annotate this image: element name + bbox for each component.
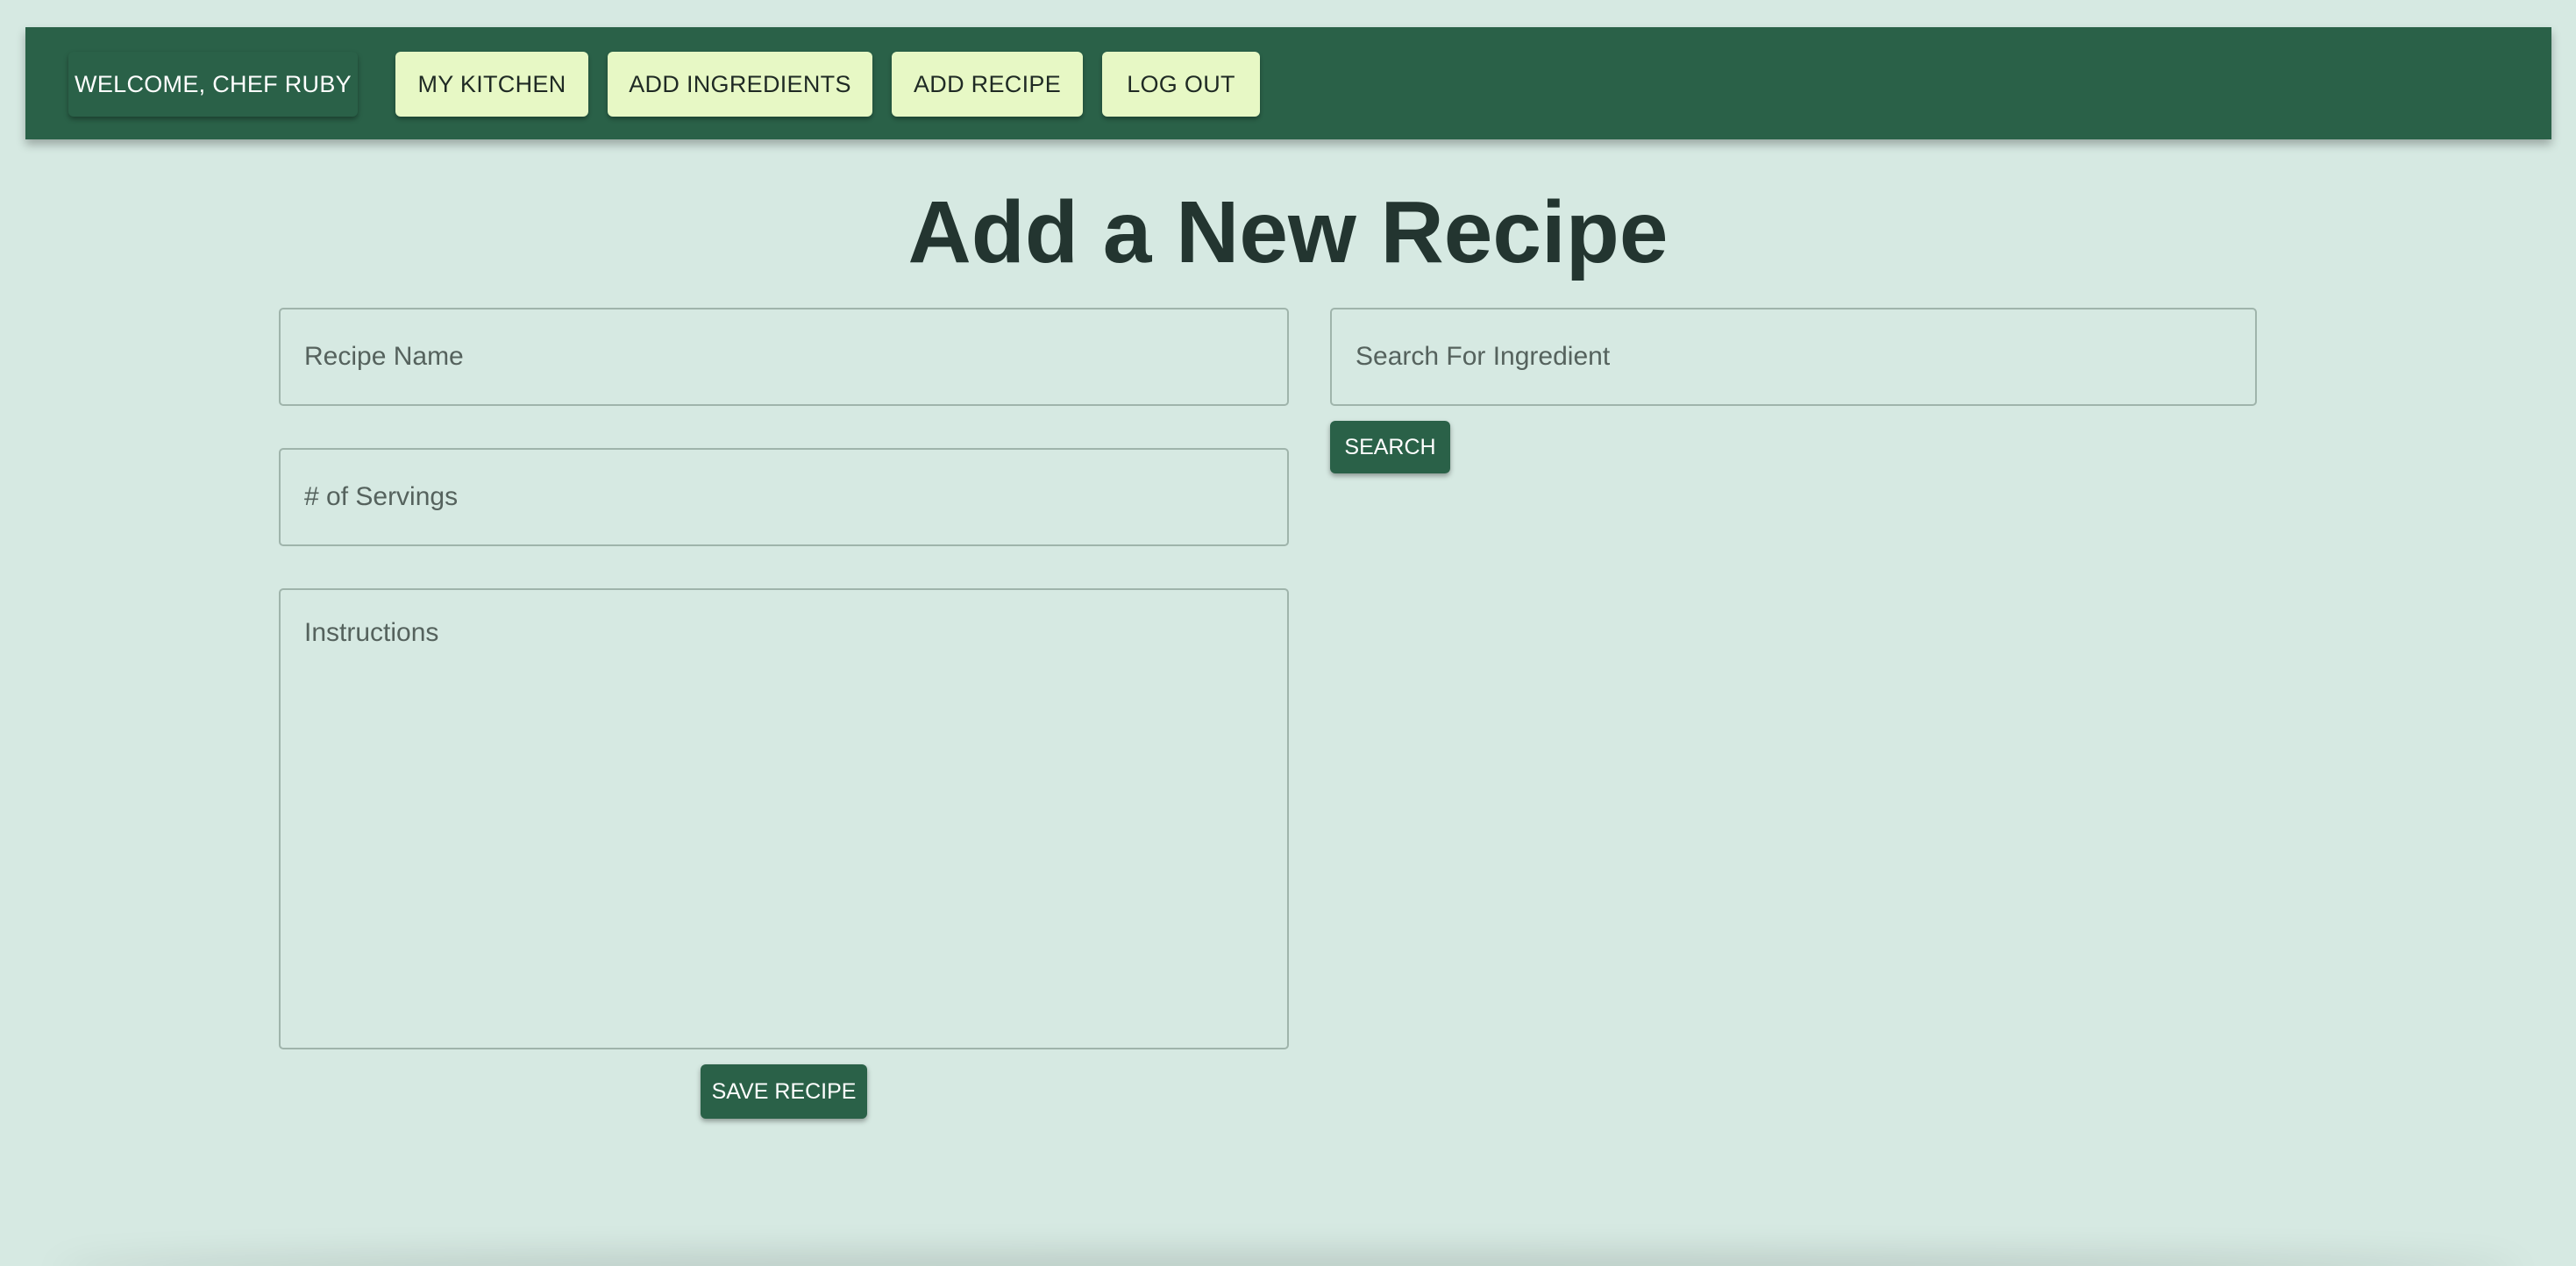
instructions-textarea[interactable] (279, 588, 1289, 1049)
log-out-button[interactable]: LOG OUT (1102, 52, 1260, 117)
save-recipe-button[interactable]: SAVE RECIPE (701, 1064, 867, 1119)
page-title: Add a New Recipe (907, 183, 1669, 281)
top-navbar: WELCOME, CHEF RUBY MY KITCHEN ADD INGRED… (25, 27, 2551, 139)
welcome-button[interactable]: WELCOME, CHEF RUBY (68, 52, 358, 117)
servings-input[interactable] (279, 448, 1289, 546)
search-button[interactable]: SEARCH (1330, 421, 1450, 473)
page: WELCOME, CHEF RUBY MY KITCHEN ADD INGRED… (0, 0, 2576, 1266)
add-recipe-button[interactable]: ADD RECIPE (892, 52, 1083, 117)
ingredient-search-input[interactable] (1330, 308, 2257, 406)
add-ingredients-button[interactable]: ADD INGREDIENTS (608, 52, 872, 117)
recipe-name-input[interactable] (279, 308, 1289, 406)
my-kitchen-button[interactable]: MY KITCHEN (395, 52, 588, 117)
